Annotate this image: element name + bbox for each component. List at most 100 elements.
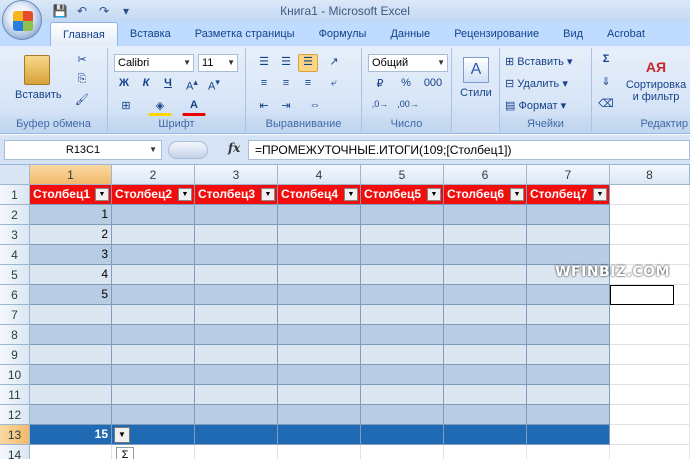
number-format-select[interactable]: Общий ▼ [368,54,448,72]
table-cell[interactable] [361,285,444,305]
table-cell[interactable] [195,365,278,385]
office-button[interactable] [2,0,42,40]
table-cell[interactable] [361,305,444,325]
table-cell[interactable] [112,285,195,305]
filter-dropdown-icon[interactable]: ▼ [261,188,275,201]
table-cell[interactable] [527,325,610,345]
row-header[interactable]: 14 [0,445,30,459]
column-header[interactable]: 7 [527,165,610,185]
table-cell[interactable] [195,305,278,325]
total-row-cell[interactable] [444,425,527,445]
table-cell[interactable] [527,285,610,305]
table-cell[interactable] [112,265,195,285]
table-cell[interactable] [527,365,610,385]
table-cell[interactable] [278,405,361,425]
table-cell[interactable] [444,365,527,385]
table-cell[interactable] [30,325,112,345]
empty-cell[interactable] [610,325,690,345]
empty-cell[interactable] [610,245,690,265]
name-box[interactable]: R13C1 ▼ [4,140,162,160]
table-header-cell[interactable]: Столбец5 ▼ [361,185,444,205]
empty-cell[interactable] [278,445,361,459]
format-painter-icon[interactable]: 🖌 [72,92,92,110]
paste-button[interactable]: Вставить [14,52,62,112]
table-cell[interactable] [444,325,527,345]
italic-button[interactable]: К [136,76,156,94]
total-dropdown-icon[interactable]: ▼ [114,427,130,443]
table-cell[interactable] [195,405,278,425]
table-cell[interactable] [195,325,278,345]
tab-home[interactable]: Главная [50,22,118,46]
total-row-cell[interactable]: 15 [30,425,112,445]
table-header-cell[interactable]: Столбец2 ▼ [112,185,195,205]
empty-cell[interactable] [195,445,278,459]
table-cell[interactable] [527,405,610,425]
increase-indent-icon[interactable]: ⇥ [276,98,296,116]
filter-dropdown-icon[interactable]: ▼ [593,188,607,201]
table-cell[interactable] [527,245,610,265]
table-cell[interactable] [444,385,527,405]
empty-cell[interactable] [610,385,690,405]
table-cell[interactable] [444,285,527,305]
filter-dropdown-icon[interactable]: ▼ [427,188,441,201]
table-cell[interactable] [30,305,112,325]
table-cell[interactable] [112,325,195,345]
row-header[interactable]: 5 [0,265,30,285]
empty-cell[interactable] [610,425,690,445]
table-cell[interactable] [444,405,527,425]
table-cell[interactable] [278,285,361,305]
decrease-indent-icon[interactable]: ⇤ [254,98,274,116]
format-cells-button[interactable]: ▤ Формат ▾ [504,98,590,116]
table-cell[interactable]: 2 [30,225,112,245]
table-cell[interactable] [112,345,195,365]
filter-dropdown-icon[interactable]: ▼ [95,188,109,201]
table-cell[interactable] [112,365,195,385]
table-cell[interactable] [278,225,361,245]
styles-button[interactable]: A Стили [456,52,496,114]
autosum-icon[interactable]: Σ [596,52,616,70]
table-cell[interactable] [278,265,361,285]
row-header[interactable]: 9 [0,345,30,365]
table-cell[interactable] [444,245,527,265]
tab-view[interactable]: Вид [551,22,595,46]
table-cell[interactable] [278,345,361,365]
column-header[interactable]: 1 [30,165,112,185]
decrease-decimal-icon[interactable]: ,00→ [396,98,420,116]
table-cell[interactable] [30,345,112,365]
table-cell[interactable] [361,385,444,405]
fill-icon[interactable]: ⇓ [596,74,616,92]
tab-page-layout[interactable]: Разметка страницы [183,22,307,46]
table-cell[interactable] [30,385,112,405]
font-name-select[interactable]: Calibri ▼ [114,54,194,72]
table-header-cell[interactable]: Столбец3 ▼ [195,185,278,205]
align-center-icon[interactable]: ≡ [276,76,296,94]
shrink-font-icon[interactable]: A▾ [204,76,224,94]
table-cell[interactable] [30,365,112,385]
row-header[interactable]: 10 [0,365,30,385]
clear-icon[interactable]: ⌫ [596,96,616,114]
table-cell[interactable] [361,405,444,425]
row-header[interactable]: 8 [0,325,30,345]
font-color-icon[interactable]: A [182,98,206,116]
delete-cells-button[interactable]: ⊟ Удалить ▾ [504,76,590,94]
table-cell[interactable]: 5 [30,285,112,305]
row-header[interactable]: 11 [0,385,30,405]
wrap-text-icon[interactable]: ⤶ [324,76,344,94]
table-cell[interactable] [361,265,444,285]
table-cell[interactable] [195,225,278,245]
font-size-select[interactable]: 11 ▼ [198,54,238,72]
row-header[interactable]: 4 [0,245,30,265]
table-cell[interactable] [444,205,527,225]
table-cell[interactable] [361,365,444,385]
table-cell[interactable] [278,205,361,225]
filter-dropdown-icon[interactable]: ▼ [178,188,192,201]
tab-insert[interactable]: Вставка [118,22,183,46]
empty-cell[interactable] [30,445,112,459]
total-row-cell[interactable] [361,425,444,445]
empty-cell[interactable] [361,445,444,459]
column-header[interactable]: 4 [278,165,361,185]
align-middle-icon[interactable]: ☰ [276,54,296,72]
select-all-button[interactable] [0,165,30,185]
table-cell[interactable] [527,345,610,365]
table-header-cell[interactable]: Столбец7 ▼ [527,185,610,205]
